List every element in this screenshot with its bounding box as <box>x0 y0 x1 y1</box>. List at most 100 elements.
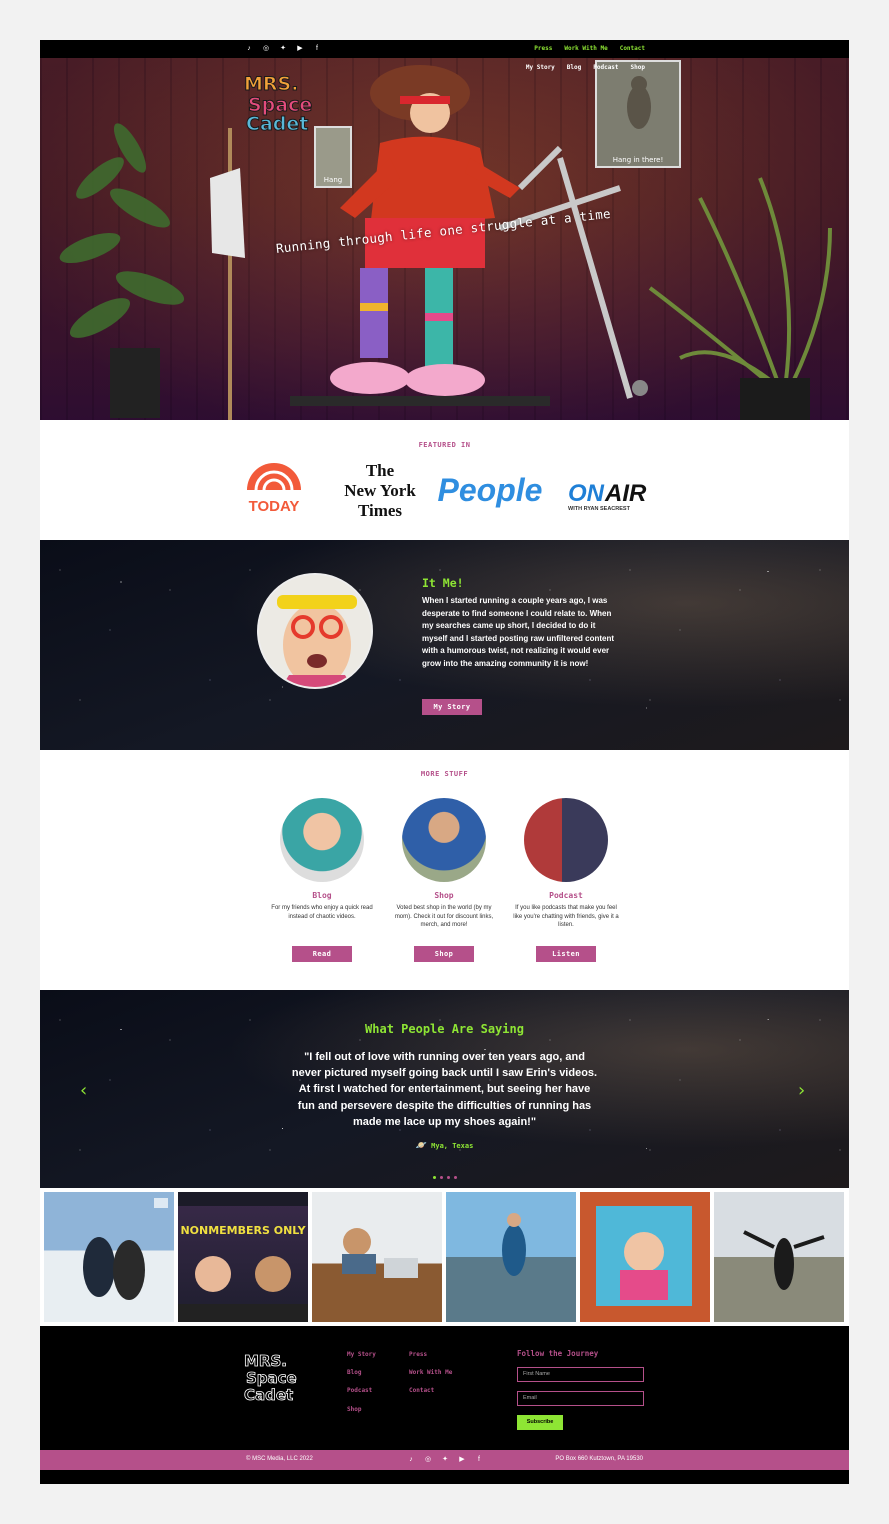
instagram-post[interactable] <box>580 1192 710 1322</box>
bottom-bar: © MSC Media, LLC 2022 ♪ ◎ ✦ ▶ f PO Box 6… <box>40 1450 849 1470</box>
top-link-press[interactable]: Press <box>534 45 552 52</box>
testimonial-quote: "I fell out of love with running over te… <box>291 1051 598 1128</box>
facebook-icon[interactable]: f <box>474 1456 484 1464</box>
slider-dots <box>40 1166 849 1184</box>
shop-image <box>402 798 486 882</box>
footer: MRS. Space Cadet My Story Blog Podcast S… <box>40 1326 849 1450</box>
people-logo: People <box>438 472 543 508</box>
nav-my-story[interactable]: My Story <box>526 64 555 71</box>
footer-link-shop[interactable]: Shop <box>347 1406 361 1413</box>
svg-text:TODAY: TODAY <box>249 498 300 515</box>
testimonial-author-name: Mya, Texas <box>431 1142 474 1150</box>
slider-dot[interactable] <box>439 1176 443 1179</box>
hero-scene <box>59 65 832 420</box>
svg-text:NONMEMBERS ONLY: NONMEMBERS ONLY <box>180 1224 306 1237</box>
instagram-post[interactable]: NONMEMBERS ONLY <box>178 1192 308 1322</box>
top-bar: ♪ ◎ ✦ ▶ f Press Work With Me Contact <box>40 40 849 58</box>
more-stuff-section: MORE STUFF Blog For my friends who enjoy… <box>40 750 849 990</box>
tiktok-icon[interactable]: ♪ <box>406 1456 416 1464</box>
svg-text:New York: New York <box>344 481 416 500</box>
svg-text:Cadet: Cadet <box>246 113 308 132</box>
slider-dot[interactable] <box>432 1176 436 1179</box>
svg-text:WITH RYAN SEACREST: WITH RYAN SEACREST <box>568 506 631 512</box>
footer-link-blog[interactable]: Blog <box>347 1369 361 1376</box>
blog-image <box>280 798 364 882</box>
nav-podcast[interactable]: Podcast <box>593 64 618 71</box>
nyt-logo: The New York Times <box>344 461 416 520</box>
top-link-contact[interactable]: Contact <box>620 45 645 52</box>
first-name-field[interactable]: First Name <box>517 1367 644 1382</box>
svg-text:Space: Space <box>246 1369 297 1387</box>
featured-label: FEATURED IN <box>418 441 471 449</box>
instagram-post[interactable] <box>312 1192 442 1322</box>
nav-blog[interactable]: Blog <box>567 64 581 71</box>
footer-link-podcast[interactable]: Podcast <box>347 1387 372 1394</box>
twitter-icon[interactable]: ✦ <box>278 45 288 53</box>
planet-icon: 🪐 <box>415 1141 427 1151</box>
instagram-post[interactable] <box>446 1192 576 1322</box>
youtube-icon[interactable]: ▶ <box>457 1456 467 1464</box>
poster-hang-in-there: Hang in there! <box>595 60 681 168</box>
card-title-shop: Shop <box>434 891 454 900</box>
cat-image <box>627 76 651 129</box>
footer-link-work-with-me[interactable]: Work With Me <box>409 1369 452 1376</box>
prev-arrow-icon[interactable]: ‹ <box>80 1080 87 1101</box>
more-stuff-label: MORE STUFF <box>420 770 469 778</box>
about-section: It Me! When I started running a couple y… <box>40 540 849 750</box>
read-button[interactable]: Read <box>292 946 352 962</box>
featured-section: FEATURED IN TODAY The New York Times Peo… <box>40 420 849 540</box>
slider-dot[interactable] <box>446 1176 450 1179</box>
instagram-icon[interactable]: ◎ <box>261 45 271 53</box>
about-title: It Me! <box>422 576 464 590</box>
twitter-icon[interactable]: ✦ <box>440 1456 450 1464</box>
email-field[interactable]: Email <box>517 1391 644 1406</box>
footer-logo[interactable]: MRS. Space Cadet <box>244 1350 302 1402</box>
card-title-blog: Blog <box>312 891 332 900</box>
svg-text:AIR: AIR <box>604 480 647 507</box>
subscribe-button[interactable]: Subscribe <box>517 1415 563 1430</box>
poster-left: Hang <box>314 126 352 188</box>
footer-social-icons: ♪ ◎ ✦ ▶ f <box>406 1456 484 1464</box>
about-body: When I started running a couple years ag… <box>422 596 615 668</box>
shop-button[interactable]: Shop <box>414 946 474 962</box>
instagram-feed: NONMEMBERS ONLY <box>40 1188 849 1326</box>
slider-dot[interactable] <box>453 1176 457 1179</box>
top-link-work-with-me[interactable]: Work With Me <box>564 45 607 52</box>
card-blog: Blog For my friends who enjoy a quick re… <box>267 798 377 921</box>
nav-shop[interactable]: Shop <box>631 64 645 71</box>
testimonials-section: What People Are Saying "I fell out of lo… <box>40 990 849 1188</box>
testimonials-title: What People Are Saying <box>365 1022 524 1036</box>
footer-link-press[interactable]: Press <box>409 1351 427 1358</box>
address: PO Box 660 Kutztown, PA 19530 <box>555 1456 643 1462</box>
top-social-icons: ♪ ◎ ✦ ▶ f <box>244 45 322 53</box>
footer-link-contact[interactable]: Contact <box>409 1387 434 1394</box>
end-bar <box>40 1470 849 1484</box>
svg-text:ON: ON <box>568 480 605 507</box>
tiktok-icon[interactable]: ♪ <box>244 45 254 53</box>
main-nav: My Story Blog Podcast Shop <box>526 64 645 71</box>
youtube-icon[interactable]: ▶ <box>295 45 305 53</box>
site-logo[interactable]: MRS. Space Cadet <box>244 70 316 133</box>
card-podcast: Podcast If you like podcasts that make y… <box>511 798 621 930</box>
onair-logo: ON AIR WITH RYAN SEACREST <box>568 480 647 512</box>
card-shop: Shop Voted best shop in the world (by my… <box>389 798 499 930</box>
next-arrow-icon[interactable]: › <box>798 1080 805 1101</box>
card-desc-podcast: If you like podcasts that make you feel … <box>513 905 619 929</box>
instagram-post[interactable] <box>44 1192 174 1322</box>
svg-text:MRS.: MRS. <box>244 73 298 95</box>
instagram-post[interactable] <box>714 1192 844 1322</box>
card-desc-blog: For my friends who enjoy a quick read in… <box>271 905 373 920</box>
today-logo: TODAY <box>247 463 301 515</box>
about-avatar <box>257 573 373 689</box>
svg-text:Cadet: Cadet <box>244 1386 293 1402</box>
testimonial-author: 🪐 Mya, Texas <box>40 1141 849 1151</box>
my-story-button[interactable]: My Story <box>422 699 482 715</box>
follow-title: Follow the Journey <box>517 1349 599 1358</box>
carousel-icon <box>154 1198 168 1208</box>
svg-text:Times: Times <box>358 501 402 520</box>
listen-button[interactable]: Listen <box>536 946 596 962</box>
hero: Hang Hang in there! MRS. Space Cadet My … <box>40 58 849 420</box>
footer-link-my-story[interactable]: My Story <box>347 1351 376 1358</box>
instagram-icon[interactable]: ◎ <box>423 1456 433 1464</box>
facebook-icon[interactable]: f <box>312 45 322 53</box>
